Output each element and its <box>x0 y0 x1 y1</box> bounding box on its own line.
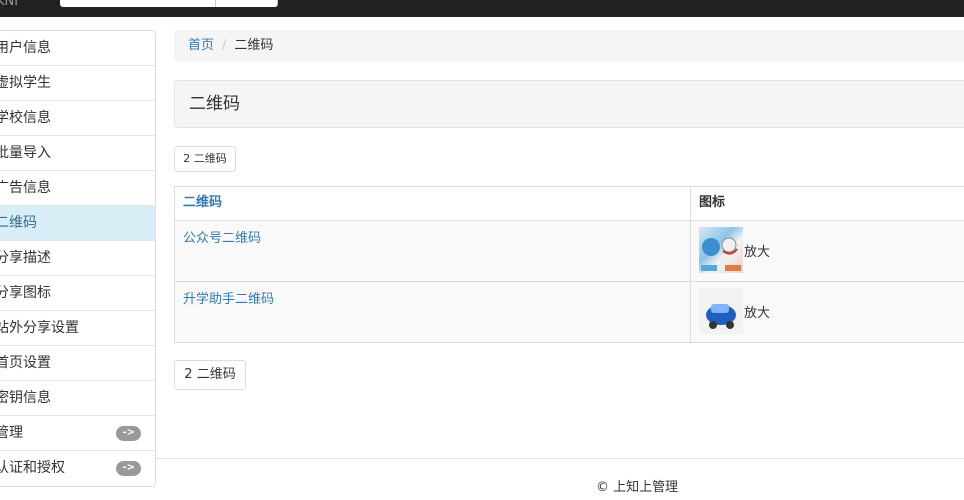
sidebar-item-virtual-students[interactable]: 虚拟学生 <box>0 66 155 101</box>
brand-logo[interactable]: KNI <box>0 0 18 9</box>
sidebar-item-label: 首页设置 <box>0 355 51 371</box>
sidebar-item-label: 学校信息 <box>0 110 51 126</box>
search-divider <box>215 0 216 7</box>
table-cell-name: 升学助手二维码 <box>174 281 691 343</box>
sidebar-item-qrcode[interactable]: 二维码 <box>0 206 155 241</box>
sidebar-item-label: 分享描述 <box>0 250 51 266</box>
expand-badge: -> <box>116 426 141 441</box>
table-row: 公众号二维码 放大 <box>174 220 964 282</box>
column-header-icon: 图标 <box>690 186 964 221</box>
sidebar-item-key-info[interactable]: 密钥信息 <box>0 381 155 416</box>
sidebar-item-external-share-settings[interactable]: 站外分享设置 <box>0 311 155 346</box>
breadcrumb-separator: / <box>222 38 227 53</box>
sidebar-item-label: 认证和授权 <box>0 460 65 476</box>
cartoon-car-icon <box>706 304 736 329</box>
sidebar-item-school-info[interactable]: 学校信息 <box>0 101 155 136</box>
sidebar-item-label: 虚拟学生 <box>0 75 51 91</box>
table-row: 升学助手二维码 放大 <box>174 281 964 343</box>
footer-divider <box>156 458 964 459</box>
sidebar-item-label: 分享图标 <box>0 285 51 301</box>
table-cell-icon: 放大 <box>690 220 964 282</box>
footer-copyright: © 上知上管理 <box>596 480 679 495</box>
sidebar-item-label: 二维码 <box>0 215 37 231</box>
sidebar-item-label: 密钥信息 <box>0 390 51 406</box>
sidebar-item-user-info[interactable]: 用户信息 <box>0 31 155 66</box>
search-input[interactable] <box>60 0 278 7</box>
record-count-top: 2 二维码 <box>174 146 236 172</box>
table-cell-name: 公众号二维码 <box>174 220 691 282</box>
sidebar-item-ad-info[interactable]: 广告信息 <box>0 171 155 206</box>
sidebar-item-label: 站外分享设置 <box>0 320 79 336</box>
sidebar-item-label: 批量导入 <box>0 145 51 161</box>
sidebar-item-share-icon[interactable]: 分享图标 <box>0 276 155 311</box>
qrcode-thumbnail[interactable] <box>699 288 743 334</box>
qrcode-table: 二维码 图标 公众号二维码 放大 升学助手二维码 放大 <box>174 186 964 343</box>
sidebar-item-label: 管理 <box>0 425 23 441</box>
sidebar-item-management[interactable]: 管理 -> <box>0 416 155 451</box>
qrcode-thumbnail[interactable] <box>699 227 743 273</box>
breadcrumb-home-link[interactable]: 首页 <box>188 38 214 53</box>
sidebar-item-label: 用户信息 <box>0 40 51 56</box>
sidebar-item-home-settings[interactable]: 首页设置 <box>0 346 155 381</box>
breadcrumb: 首页 / 二维码 <box>174 30 964 62</box>
page-title: 二维码 <box>174 80 964 128</box>
enlarge-link[interactable]: 放大 <box>744 241 770 260</box>
sidebar-item-auth[interactable]: 认证和授权 -> <box>0 451 155 486</box>
breadcrumb-current: 二维码 <box>234 38 274 53</box>
top-navbar: KNI <box>0 0 964 17</box>
column-header-qrcode[interactable]: 二维码 <box>174 186 691 221</box>
globe-image-icon <box>701 237 741 271</box>
sidebar: 用户信息 虚拟学生 学校信息 批量导入 广告信息 二维码 分享描述 分享图标 站… <box>0 30 156 487</box>
enlarge-link[interactable]: 放大 <box>744 302 770 321</box>
qrcode-name-link[interactable]: 公众号二维码 <box>183 231 261 246</box>
qrcode-name-link[interactable]: 升学助手二维码 <box>183 292 274 307</box>
table-header-row: 二维码 图标 <box>174 186 964 221</box>
table-cell-icon: 放大 <box>690 281 964 343</box>
sidebar-item-batch-import[interactable]: 批量导入 <box>0 136 155 171</box>
expand-badge: -> <box>116 461 141 476</box>
sidebar-item-share-description[interactable]: 分享描述 <box>0 241 155 276</box>
sidebar-item-label: 广告信息 <box>0 180 51 196</box>
record-count-bottom: 2 二维码 <box>174 360 246 390</box>
